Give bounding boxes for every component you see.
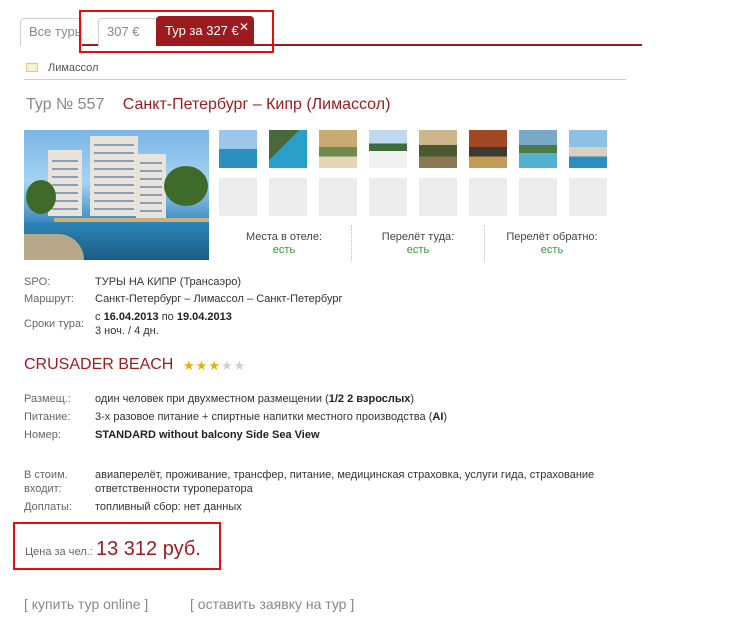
hotel-main-photo[interactable] [24, 130, 209, 260]
date-from: 16.04.2013 [103, 311, 159, 323]
route-value: Санкт-Петербург – Лимассол – Санкт-Петер… [95, 293, 343, 305]
tab-tour-307-label: 307 € [107, 24, 140, 39]
tab-tour-327-label: Тур за 327 € [165, 23, 239, 38]
hotel-thumbnail[interactable] [319, 130, 357, 168]
hotel-thumbnail[interactable] [419, 130, 457, 168]
dates-row: Сроки тура: с 16.04.2013 по 19.04.2013 3… [24, 311, 524, 341]
thumbnail-placeholder [219, 178, 257, 216]
extra-row: Доплаты: топливный сбор: нет данных [24, 501, 644, 515]
spo-row: SPO: ТУРЫ НА КИПР (Трансаэро) [24, 276, 524, 290]
tab-tour-327[interactable]: Тур за 327 € ✕ [156, 16, 254, 46]
route-label: Маршрут: [24, 293, 74, 305]
hotel-thumbnail[interactable] [469, 130, 507, 168]
included-label-2: входит: [24, 483, 62, 495]
buy-tour-link[interactable]: [ купить тур online ] [24, 596, 148, 612]
availability-flight-back-label: Перелёт обратно: [506, 231, 598, 243]
hotel-thumbnail[interactable] [269, 130, 307, 168]
extra-value: топливный сбор: нет данных [95, 501, 242, 513]
food-text: 3-х разовое питание + спиртные напитки м… [95, 411, 426, 423]
divider [484, 225, 485, 261]
room-row: Номер: STANDARD without balcony Side Sea… [24, 429, 644, 443]
included-row: В стоим. входит: авиаперелёт, проживание… [24, 469, 644, 499]
location-bar: Лимассол [24, 58, 626, 80]
hotel-name[interactable]: CRUSADER BEACH [24, 356, 173, 374]
tour-title: Тур № 557 Санкт-Петербург – Кипр (Лимасс… [26, 96, 390, 114]
star-icon: ★ [183, 358, 196, 373]
hotel-thumbnail[interactable] [569, 130, 607, 168]
room-label: Номер: [24, 429, 61, 441]
dates-value: с 16.04.2013 по 19.04.2013 [95, 311, 232, 323]
food-row: Питание: 3-х разовое питание + спиртные … [24, 411, 644, 425]
hotel-thumbnail[interactable] [219, 130, 257, 168]
availability-hotel-label: Места в отеле: [245, 231, 323, 243]
flag-icon [26, 63, 38, 72]
location-city: Лимассол [48, 62, 99, 74]
included-label-1: В стоим. [24, 469, 68, 481]
dates-from-prefix: с [95, 311, 101, 323]
availability-flight-back: Перелёт обратно: есть [492, 231, 612, 267]
food-code: AI [432, 411, 444, 423]
tour-route: Санкт-Петербург – Кипр (Лимассол) [122, 96, 391, 113]
thumbnail-placeholder [569, 178, 607, 216]
star-empty-icon: ★ [220, 358, 234, 373]
placement-text: один человек при двухместном размещении [95, 393, 322, 405]
thumbnail-placeholder [469, 178, 507, 216]
star-icon: ★ [208, 358, 221, 373]
thumbnail-placeholder [319, 178, 357, 216]
hotel-stars: ★★★★★ [183, 358, 246, 374]
hotel-thumbnail[interactable] [369, 130, 407, 168]
food-label: Питание: [24, 411, 71, 423]
dates-to-prefix: по [161, 311, 174, 323]
placement-value: один человек при двухместном размещении … [95, 393, 415, 405]
availability-hotel: Места в отеле: есть [225, 231, 343, 267]
date-to: 19.04.2013 [176, 311, 232, 323]
included-value-2: ответственности туроператора [95, 483, 253, 495]
spo-label: SPO: [24, 276, 51, 288]
hotel-thumbnail[interactable] [519, 130, 557, 168]
thumbnail-placeholder [419, 178, 457, 216]
tour-tabs: Все туры 307 € ✕ Тур за 327 € ✕ [20, 16, 642, 46]
dates-label: Сроки тура: [24, 318, 85, 330]
divider [351, 225, 352, 261]
star-icon: ★ [195, 358, 209, 373]
price-value: 13 312 руб. [96, 538, 201, 560]
availability-flight-to-label: Перелёт туда: [381, 231, 455, 243]
route-row: Маршрут: Санкт-Петербург – Лимассол – Са… [24, 293, 524, 307]
availability-flight-to-value: есть [406, 244, 430, 256]
tab-all-tours[interactable]: Все туры [20, 18, 82, 46]
availability-flight-back-value: есть [540, 244, 564, 256]
included-value-1: авиаперелёт, проживание, трансфер, питан… [95, 469, 595, 481]
extra-label: Доплаты: [24, 501, 72, 513]
placement-row: Размещ.: один человек при двухместном ра… [24, 393, 644, 407]
duration-value: 3 ноч. / 4 дн. [95, 325, 159, 337]
thumbnail-placeholder [369, 178, 407, 216]
placement-extra: 1/2 2 взрослых [328, 393, 411, 405]
food-value: 3-х разовое питание + спиртные напитки м… [95, 411, 448, 423]
thumbnail-placeholder [519, 178, 557, 216]
tour-number: Тур № 557 [26, 96, 105, 113]
availability-hotel-value: есть [272, 244, 296, 256]
tab-all-tours-label: Все туры [29, 24, 82, 39]
room-value: STANDARD without balcony Side Sea View [95, 429, 320, 441]
star-empty-icon: ★ [233, 358, 247, 373]
price-label: Цена за чел.: [25, 546, 93, 558]
spo-value: ТУРЫ НА КИПР (Трансаэро) [95, 276, 241, 288]
placement-label: Размещ.: [24, 393, 71, 405]
request-tour-link[interactable]: [ оставить заявку на тур ] [190, 596, 354, 612]
availability-flight-to: Перелёт туда: есть [358, 231, 478, 267]
close-icon[interactable]: ✕ [239, 17, 249, 41]
thumbnail-placeholder [269, 178, 307, 216]
